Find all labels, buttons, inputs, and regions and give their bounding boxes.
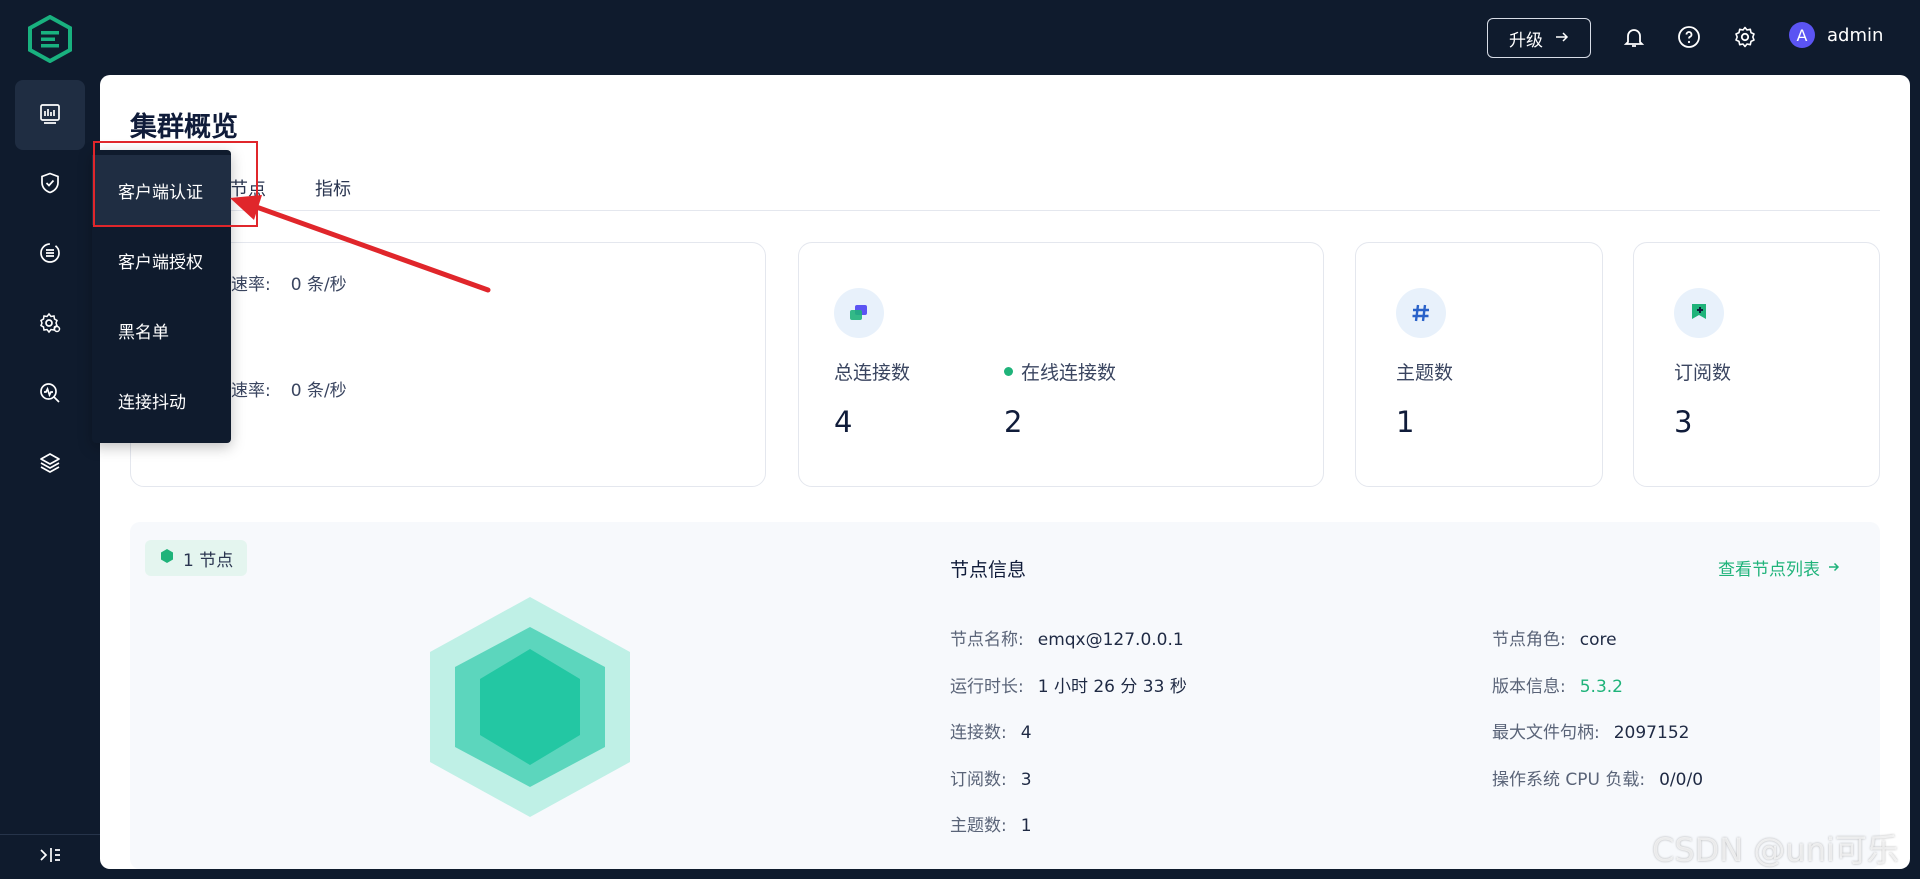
arrow-right-icon bbox=[1828, 558, 1840, 578]
info-row: 连接数: 4 bbox=[950, 718, 1032, 743]
menu-item-flapping-detect[interactable]: 连接抖动 bbox=[92, 365, 231, 435]
sidebar-item-management[interactable] bbox=[15, 290, 85, 360]
sidebar-item-extensions[interactable] bbox=[15, 430, 85, 500]
info-label: 版本信息: bbox=[1492, 677, 1566, 697]
menu-item-blacklist[interactable]: 黑名单 bbox=[92, 295, 231, 365]
node-count-label: 1 节点 bbox=[183, 550, 234, 571]
user-name: admin bbox=[1827, 24, 1884, 46]
outgoing-rate: 速率: 0 条/秒 bbox=[231, 376, 347, 401]
info-label: 节点名称: bbox=[950, 630, 1024, 650]
info-label: 节点角色: bbox=[1492, 630, 1566, 650]
sidebar bbox=[0, 75, 100, 879]
info-row: 最大文件句柄: 2097152 bbox=[1492, 718, 1689, 743]
gear-management-icon bbox=[38, 311, 62, 339]
node-count-badge: 1 节点 bbox=[145, 540, 248, 576]
outgoing-rate-value: 0 条/秒 bbox=[290, 381, 347, 401]
subscriptions-card: 订阅数 3 bbox=[1633, 242, 1880, 487]
sidebar-item-access-control[interactable] bbox=[15, 150, 85, 220]
subscriptions-value: 3 bbox=[1674, 405, 1693, 439]
info-row: 版本信息: 5.3.2 bbox=[1492, 672, 1623, 697]
top-bar: 升级 A admin bbox=[0, 0, 1920, 75]
online-status-dot-icon bbox=[1004, 367, 1013, 376]
help-icon[interactable] bbox=[1675, 23, 1703, 51]
connections-card: 总连接数 4 在线连接数 2 bbox=[798, 242, 1324, 487]
info-row: 运行时长: 1 小时 26 分 33 秒 bbox=[950, 672, 1187, 697]
info-label: 最大文件句柄: bbox=[1492, 723, 1600, 743]
info-label: 连接数: bbox=[950, 723, 1007, 743]
info-label: 操作系统 CPU 负载: bbox=[1492, 770, 1646, 790]
hash-icon bbox=[1396, 288, 1446, 338]
info-row: 主题数: 1 bbox=[950, 811, 1032, 836]
online-connections-label: 在线连接数 bbox=[1021, 362, 1117, 384]
layers-icon bbox=[38, 451, 62, 479]
total-connections-label: 总连接数 bbox=[834, 362, 911, 384]
upgrade-button[interactable]: 升级 bbox=[1487, 18, 1591, 58]
node-hexagon-icon bbox=[159, 548, 175, 569]
info-value: 3 bbox=[1020, 770, 1032, 790]
total-connections-value: 4 bbox=[834, 405, 853, 439]
node-info-title: 节点信息 bbox=[950, 559, 1027, 581]
diagnose-icon bbox=[38, 381, 62, 409]
sidebar-item-diagnose[interactable] bbox=[15, 360, 85, 430]
info-value: 2097152 bbox=[1613, 723, 1690, 743]
settings-gear-icon[interactable] bbox=[1731, 23, 1759, 51]
info-value: 0/0/0 bbox=[1659, 770, 1704, 790]
topics-value: 1 bbox=[1396, 405, 1415, 439]
emqx-logo-icon[interactable] bbox=[28, 14, 72, 64]
avatar: A bbox=[1789, 22, 1815, 48]
online-connections: 在线连接数 bbox=[1004, 358, 1116, 385]
info-row: 操作系统 CPU 负载: 0/0/0 bbox=[1492, 765, 1703, 790]
info-row: 节点名称: emqx@127.0.0.1 bbox=[950, 625, 1184, 650]
version-value[interactable]: 5.3.2 bbox=[1580, 677, 1623, 697]
dashboard-icon bbox=[38, 101, 62, 129]
menu-item-client-authorization[interactable]: 客户端授权 bbox=[92, 225, 231, 295]
upgrade-label: 升级 bbox=[1509, 30, 1543, 51]
info-value: 1 小时 26 分 33 秒 bbox=[1037, 677, 1187, 697]
info-value: emqx@127.0.0.1 bbox=[1037, 630, 1184, 650]
info-row: 订阅数: 3 bbox=[950, 765, 1032, 790]
info-value: 1 bbox=[1020, 816, 1032, 836]
info-label: 主题数: bbox=[950, 816, 1007, 836]
topics-card: 主题数 1 bbox=[1355, 242, 1603, 487]
page-title: 集群概览 bbox=[130, 112, 238, 143]
watermark: CSDN @uni可乐 bbox=[1652, 831, 1899, 869]
info-label: 订阅数: bbox=[950, 770, 1007, 790]
outgoing-rate-label: 速率: bbox=[231, 381, 271, 401]
user-menu[interactable]: A admin bbox=[1789, 22, 1883, 48]
shield-check-icon bbox=[38, 171, 62, 199]
sidebar-item-dashboard[interactable] bbox=[15, 80, 85, 150]
sidebar-item-integration[interactable] bbox=[15, 220, 85, 290]
info-label: 运行时长: bbox=[950, 677, 1024, 697]
info-value: core bbox=[1579, 630, 1617, 650]
topics-label: 主题数 bbox=[1396, 362, 1454, 384]
online-connections-value: 2 bbox=[1004, 405, 1023, 439]
view-node-list-label: 查看节点列表 bbox=[1718, 560, 1820, 580]
connections-icon bbox=[834, 288, 884, 338]
view-node-list-link[interactable]: 查看节点列表 bbox=[1718, 555, 1840, 580]
annotation-arrow-icon bbox=[230, 195, 491, 293]
node-panel: 1 节点 节点信息 查看节点列表 节点名称: emqx@127.0.0.1 运行时… bbox=[130, 522, 1880, 869]
node-hexagon-graphic[interactable] bbox=[420, 587, 640, 827]
integration-icon bbox=[38, 241, 62, 269]
collapse-icon bbox=[38, 845, 62, 869]
bell-icon[interactable] bbox=[1620, 23, 1648, 51]
collapse-sidebar-button[interactable] bbox=[0, 834, 100, 879]
info-row: 节点角色: core bbox=[1492, 625, 1617, 650]
info-value: 4 bbox=[1020, 723, 1032, 743]
subscription-flag-icon bbox=[1674, 288, 1724, 338]
subscriptions-label: 订阅数 bbox=[1674, 362, 1732, 384]
arrow-right-icon bbox=[1555, 28, 1569, 48]
